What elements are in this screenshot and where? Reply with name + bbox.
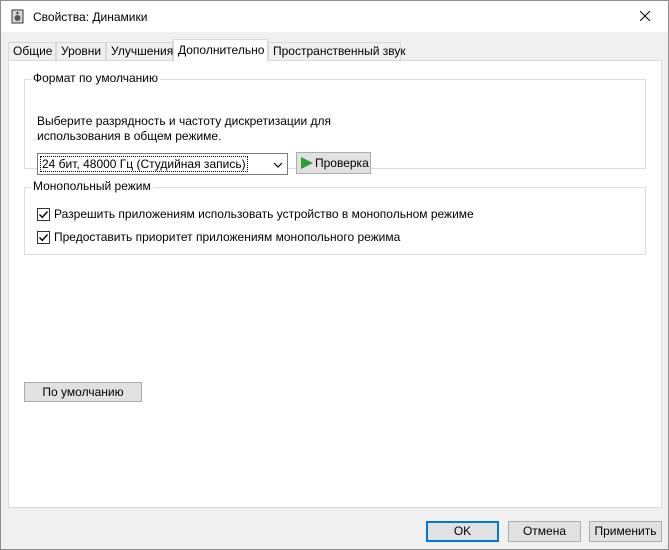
- checkmark-icon: [39, 234, 49, 242]
- checkmark-icon: [39, 211, 49, 219]
- allow-exclusive-label: Разрешить приложениям использовать устро…: [54, 207, 474, 221]
- play-icon: [300, 156, 314, 170]
- tab-panel-advanced: Формат по умолчанию Выберите разрядность…: [8, 60, 662, 508]
- apply-button[interactable]: Применить: [589, 521, 662, 542]
- properties-dialog: Свойства: Динамики Общие Уровни Улучшени…: [0, 0, 669, 550]
- ok-button[interactable]: OK: [426, 521, 499, 542]
- exclusive-priority-label: Предоставить приоритет приложениям моноп…: [54, 230, 401, 244]
- allow-exclusive-checkbox[interactable]: [37, 208, 50, 221]
- window-title: Свойства: Динамики: [33, 10, 148, 24]
- tab-spatial-sound[interactable]: Пространственный звук: [268, 42, 406, 61]
- tab-advanced[interactable]: Дополнительно: [173, 39, 268, 62]
- default-format-group: Формат по умолчанию Выберите разрядность…: [24, 71, 646, 175]
- exclusive-mode-group: Монопольный режим Разрешить приложениям …: [24, 179, 646, 255]
- format-select-value: 24 бит, 48000 Гц (Студийная запись): [40, 156, 248, 172]
- test-button-label: Проверка: [315, 156, 369, 170]
- tab-general[interactable]: Общие: [8, 42, 56, 61]
- test-button[interactable]: Проверка: [296, 152, 371, 174]
- restore-defaults-button[interactable]: По умолчанию: [24, 382, 142, 402]
- default-format-description: Выберите разрядность и частоту дискретиз…: [37, 114, 332, 143]
- speaker-icon: [10, 9, 25, 24]
- format-select[interactable]: 24 бит, 48000 Гц (Студийная запись): [37, 153, 288, 175]
- close-icon: [639, 10, 651, 24]
- title-bar[interactable]: Свойства: Динамики: [1, 1, 668, 32]
- exclusive-priority-checkbox[interactable]: [37, 231, 50, 244]
- exclusive-mode-title: Монопольный режим: [31, 179, 153, 193]
- close-button[interactable]: [622, 1, 668, 32]
- default-format-title: Формат по умолчанию: [31, 71, 160, 85]
- cancel-button[interactable]: Отмена: [508, 521, 581, 542]
- chevron-down-icon: [273, 159, 283, 169]
- tab-levels[interactable]: Уровни: [56, 42, 106, 61]
- tab-enhancements[interactable]: Улучшения: [106, 42, 173, 61]
